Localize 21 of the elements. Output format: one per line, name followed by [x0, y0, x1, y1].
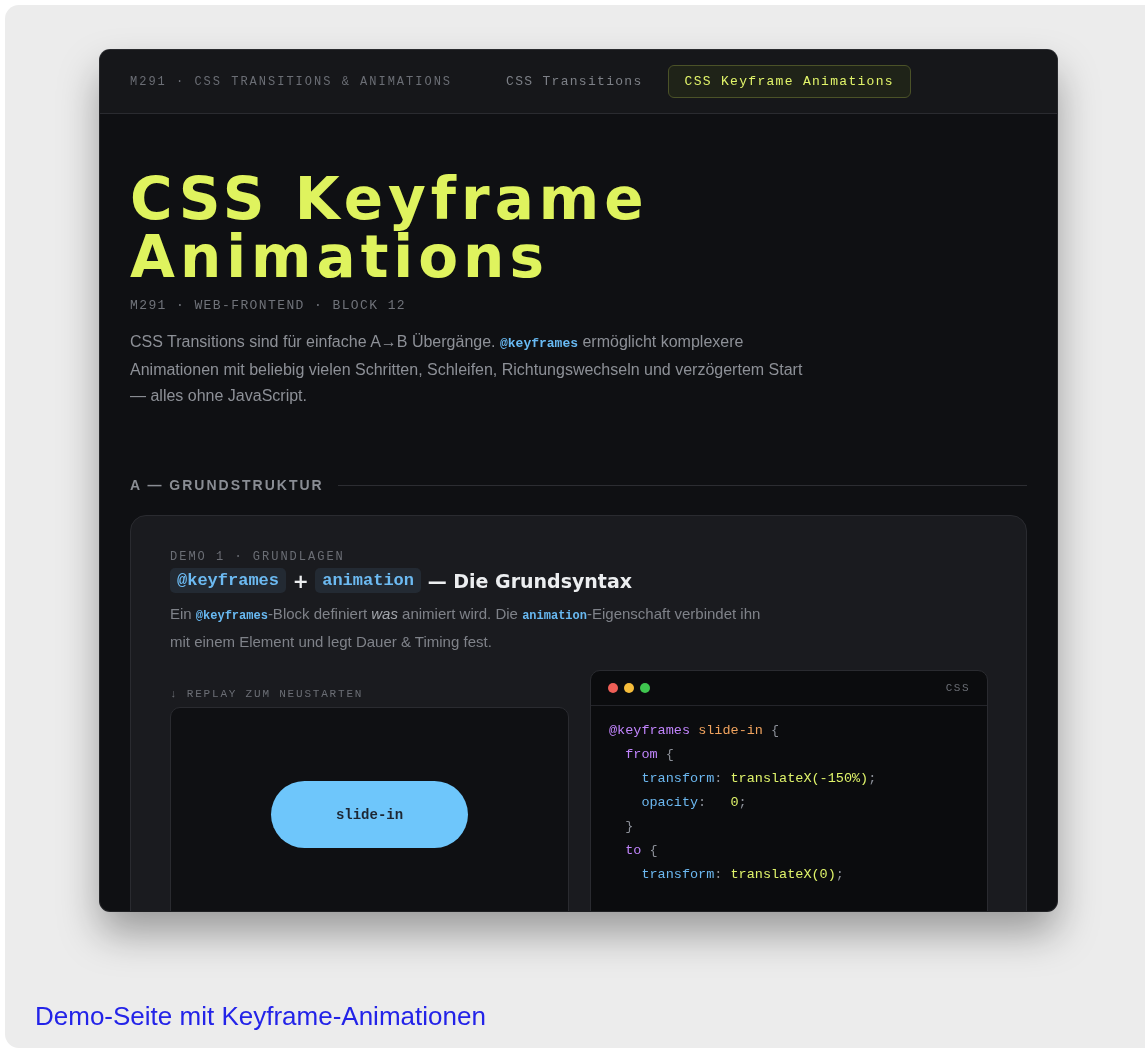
code-line: from {	[625, 746, 674, 764]
section-heading: A — GRUNDSTRUKTUR	[130, 477, 324, 493]
page-meta: M291 · WEB-FRONTEND · BLOCK 12	[130, 298, 408, 313]
code-line: to {	[625, 842, 658, 860]
figure-caption: Demo-Seite mit Keyframe-Animationen	[35, 1001, 486, 1032]
code-line: transform: translateX(-150%);	[641, 770, 877, 788]
demo-eyebrow: DEMO 1 · GRUNDLAGEN	[170, 550, 346, 564]
code-line: }	[625, 818, 634, 836]
nav-tab[interactable]: CSS Transitions	[489, 65, 660, 98]
intro-paragraph: CSS Transitions sind für einfache A→B Übergänge. @keyframes ermöglicht komplexere Animationen mit beliebig vielen Schritten, Schleifen, Richtungswechseln und verzögertem Start — alles ohne JavaScript.	[130, 332, 804, 406]
nav-tab[interactable]: CSS Keyframe Animations	[667, 65, 911, 98]
code-line: opacity: 0;	[641, 794, 747, 812]
demo-title: @keyframes + animation — Die Grundsyntax	[170, 568, 987, 593]
replay-hint[interactable]: ↓ REPLAY ZUM NEUSTARTEN	[170, 688, 569, 706]
code-language-label: CSS	[945, 682, 970, 694]
window-controls-icon	[608, 683, 650, 693]
page-title: CSS Keyframe Animations	[130, 170, 650, 286]
site-brand[interactable]: M291 · CSS TRANSITIONS & ANIMATIONS	[130, 74, 453, 89]
animated-pill: slide-in	[271, 781, 468, 848]
code-line: transform: translateX(0);	[641, 866, 844, 884]
code-line: @keyframes slide-in {	[609, 722, 780, 740]
